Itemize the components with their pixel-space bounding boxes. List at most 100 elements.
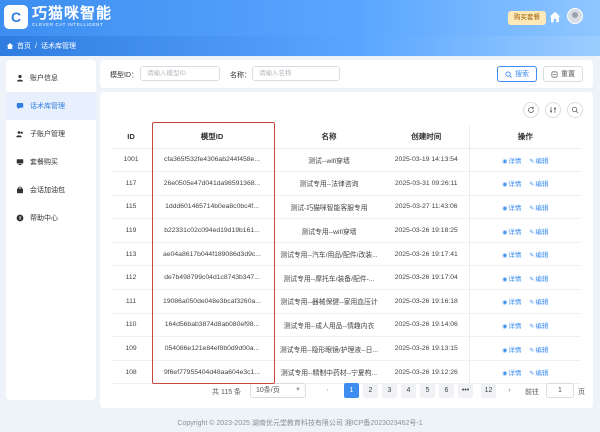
edit-link[interactable]: ✎编辑 <box>529 347 548 354</box>
reset-icon <box>551 71 558 77</box>
column-header-id: ID <box>112 126 150 149</box>
page-button-12[interactable]: 12 <box>481 383 496 398</box>
reset-button[interactable]: 重置 <box>543 66 583 82</box>
table-row: 115 1ddd601465714b0ea8c0bc4f... 测试-巧猫咪智能客服… <box>112 195 581 220</box>
table-row: 117 26e0505e47d041da98591368... 测试专用--法律咨询… <box>112 171 581 196</box>
cell-name: 测试专用--法律咨询 <box>274 171 384 196</box>
table-search-button[interactable] <box>567 102 583 118</box>
refresh-button[interactable] <box>523 102 539 118</box>
goto-label: 前往 <box>525 389 539 396</box>
sidebar-item-label: 帮助中心 <box>30 215 58 222</box>
table-row: 108 9f6ef77955404d48aa604e3c1... 测试专用--精制中… <box>112 360 581 385</box>
detail-link[interactable]: ◉详情 <box>502 323 521 330</box>
page-button-5[interactable]: 5 <box>420 383 435 398</box>
detail-link[interactable]: ◉详情 <box>502 299 521 306</box>
eye-icon: ◉ <box>502 276 508 283</box>
edit-icon: ✎ <box>529 229 535 236</box>
cell-name: 测试--wifi穿墙 <box>274 148 384 173</box>
page-button-6[interactable]: 6 <box>439 383 454 398</box>
cell-created: 2025-03-26 19:13:15 <box>384 336 469 361</box>
breadcrumb: 首页 / 话术库管理 <box>0 36 600 56</box>
column-header-created: 创建时间 <box>384 126 469 149</box>
more-pages-button[interactable]: ••• <box>458 383 473 398</box>
goto-page-input[interactable]: 1 <box>546 383 574 398</box>
name-input[interactable] <box>252 66 340 81</box>
user-avatar[interactable] <box>567 8 583 24</box>
edit-link[interactable]: ✎编辑 <box>529 276 548 283</box>
detail-link[interactable]: ◉详情 <box>502 276 521 283</box>
edit-link[interactable]: ✎编辑 <box>529 370 548 377</box>
cell-id: 115 <box>112 195 150 220</box>
detail-link[interactable]: ◉详情 <box>502 158 521 165</box>
edit-link[interactable]: ✎编辑 <box>529 252 548 259</box>
cell-model-id: 164d56bab3874d8ab080ef98... <box>150 313 274 338</box>
edit-link[interactable]: ✎编辑 <box>529 299 548 306</box>
eye-icon: ◉ <box>502 182 508 189</box>
sidebar-item-account-info[interactable]: 账户信息 <box>6 64 96 92</box>
cell-actions: ◉详情 ✎编辑 <box>468 242 581 267</box>
cell-name: 测试专用--汽车/用品/配件/改装... <box>274 242 384 267</box>
page-button-2[interactable]: 2 <box>363 383 378 398</box>
pagination: 共 115 条 10条/页 ▼ ‹ 1 2 3 4 5 6 ••• 12 › 前往 1 页 <box>100 383 593 399</box>
top-header: C 巧猫咪智能 CLEVER CAT INTELLIGENT 购买套餐 <box>0 0 600 36</box>
cell-name: 测试专用--成人用品--情趣内衣 <box>274 313 384 338</box>
cell-id: 119 <box>112 218 150 243</box>
detail-link[interactable]: ◉详情 <box>502 229 521 236</box>
cell-actions: ◉详情 ✎编辑 <box>468 336 581 361</box>
detail-link[interactable]: ◉详情 <box>502 205 521 212</box>
sidebar-item-help-center[interactable]: ? 帮助中心 <box>6 204 96 232</box>
search-button[interactable]: 搜索 <box>497 66 537 82</box>
detail-link[interactable]: ◉详情 <box>502 347 521 354</box>
cell-model-id: 054086e121e84ef8b0d9d00a... <box>150 336 274 361</box>
sidebar-item-label: 套餐购买 <box>30 159 58 166</box>
edit-link[interactable]: ✎编辑 <box>529 205 548 212</box>
users-icon <box>16 131 23 138</box>
page-button-4[interactable]: 4 <box>401 383 416 398</box>
table-row: 112 de7b498799c04d1c8743b347... 测试专用--摩托车/… <box>112 265 581 291</box>
model-id-input[interactable] <box>140 66 220 81</box>
page-unit-label: 页 <box>578 389 585 396</box>
logo[interactable]: C 巧猫咪智能 CLEVER CAT INTELLIGENT <box>4 5 112 29</box>
home-icon[interactable] <box>548 10 562 24</box>
prev-page-button[interactable]: ‹ <box>320 383 335 398</box>
cell-name: 测试专用--隐形眼镜/护理液--日... <box>274 336 384 361</box>
edit-link[interactable]: ✎编辑 <box>529 181 548 188</box>
breadcrumb-home[interactable]: 首页 <box>17 41 31 51</box>
eye-icon: ◉ <box>502 158 508 165</box>
eye-icon: ◉ <box>502 300 508 307</box>
edit-link[interactable]: ✎编辑 <box>529 229 548 236</box>
bag-icon <box>17 186 23 194</box>
sidebar-item-session-booster[interactable]: 会话加油包 <box>6 176 96 204</box>
detail-link[interactable]: ◉详情 <box>502 370 521 377</box>
sidebar-item-script-library[interactable]: 话术库管理 <box>6 92 96 120</box>
cell-actions: ◉详情 ✎编辑 <box>468 313 581 338</box>
main-panel: ID 模型ID 名称 创建时间 操作 1001 cfa365f532fe4306a… <box>100 92 593 408</box>
buy-package-button[interactable]: 购买套餐 <box>508 11 546 25</box>
page-button-1[interactable]: 1 <box>344 383 359 398</box>
breadcrumb-home-icon <box>7 43 13 49</box>
cell-actions: ◉详情 ✎编辑 <box>468 360 581 385</box>
sidebar-item-sub-accounts[interactable]: 子账户管理 <box>6 120 96 148</box>
sidebar-item-label: 话术库管理 <box>30 103 65 110</box>
column-settings-button[interactable] <box>545 102 561 118</box>
search-icon <box>571 106 579 114</box>
next-page-button[interactable]: › <box>502 383 517 398</box>
detail-link[interactable]: ◉详情 <box>502 181 521 188</box>
svg-text:?: ? <box>19 216 22 222</box>
cell-created: 2025-03-19 14:13:54 <box>384 148 469 173</box>
cell-model-id: b22331c02c094ed19d19b161... <box>150 218 274 243</box>
cell-id: 1001 <box>112 148 150 173</box>
cell-actions: ◉详情 ✎编辑 <box>468 195 581 220</box>
edit-link[interactable]: ✎编辑 <box>529 323 548 330</box>
page-size-select[interactable]: 10条/页 ▼ <box>250 383 306 398</box>
detail-link[interactable]: ◉详情 <box>502 252 521 259</box>
cell-name: 测试专用--精制中药材--宁夏枸... <box>274 360 384 385</box>
sidebar-item-package-purchase[interactable]: 套餐购买 <box>6 148 96 176</box>
cell-id: 112 <box>112 265 150 291</box>
cat-logo-icon: C <box>4 5 28 29</box>
cell-actions: ◉详情 ✎编辑 <box>468 218 581 243</box>
table-row: 111 19086a050de048e3bcaf3260a... 测试专用--器械保… <box>112 289 581 314</box>
breadcrumb-current: 话术库管理 <box>40 43 76 50</box>
page-button-3[interactable]: 3 <box>382 383 397 398</box>
edit-link[interactable]: ✎编辑 <box>529 158 548 165</box>
